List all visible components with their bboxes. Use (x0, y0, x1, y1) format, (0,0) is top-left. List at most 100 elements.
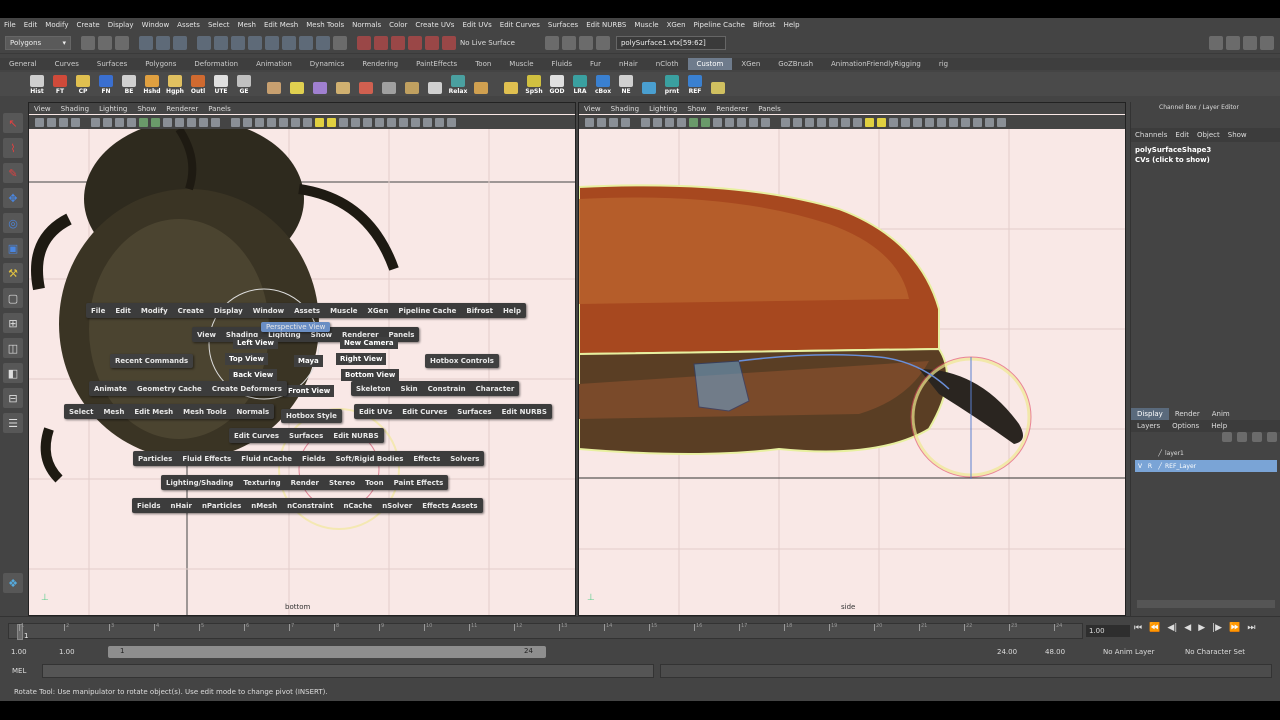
select-tool-icon[interactable]: ↖ (3, 113, 23, 133)
viewport-tool-icon[interactable] (853, 117, 862, 127)
hotbox-item-texturing[interactable]: Texturing (238, 479, 285, 487)
snap-curve-icon[interactable] (374, 35, 388, 50)
menu-pipeline-cache[interactable]: Pipeline Cache (690, 21, 749, 29)
hotbox-item-create-deformers[interactable]: Create Deformers (207, 385, 287, 393)
move-layer-down-icon[interactable] (1267, 432, 1277, 442)
hotbox-item-render[interactable]: Render (286, 479, 324, 487)
range-slider[interactable]: 1 24 (108, 646, 546, 658)
snap-plane-icon[interactable] (408, 35, 422, 50)
right-panel-menu-view[interactable]: View (579, 105, 606, 113)
viewport-tool-icon[interactable] (877, 117, 886, 127)
viewport-tool-icon[interactable] (115, 117, 124, 127)
hotbox-item-soft-rigid-bodies[interactable]: Soft/Rigid Bodies (330, 455, 408, 463)
hotbox-item-nconstraint[interactable]: nConstraint (282, 502, 338, 510)
shelf-tab-animationfriendlyrigging[interactable]: AnimationFriendlyRigging (822, 58, 930, 70)
shelf-button-prnt[interactable]: prnt (661, 73, 683, 95)
selection-field[interactable]: polySurface1.vtx[59:62] (615, 35, 726, 50)
help-menu[interactable]: Help (1205, 420, 1233, 432)
viewport-tool-icon[interactable] (423, 117, 432, 127)
single-perspective-layout-icon[interactable]: ▢ (3, 288, 23, 308)
select-handle-icon[interactable] (197, 35, 211, 50)
shelf-button-ft[interactable]: FT (49, 73, 71, 95)
select-object-icon[interactable] (156, 35, 170, 50)
shelf-tab-rig[interactable]: rig (930, 58, 957, 70)
viewport-tool-icon[interactable] (375, 117, 384, 127)
hotbox-item-fields[interactable]: Fields (132, 502, 166, 510)
channels-menu[interactable]: Channels (1131, 131, 1171, 139)
hotbox-item-solvers[interactable]: Solvers (445, 455, 484, 463)
shelf-button-hist[interactable]: Hist (26, 73, 48, 95)
viewport-tool-icon[interactable] (597, 117, 606, 127)
shelf-tab-surfaces[interactable]: Surfaces (88, 58, 136, 70)
viewport-tool-icon[interactable] (829, 117, 838, 127)
hotbox-item-nsolver[interactable]: nSolver (377, 502, 417, 510)
end-time-field[interactable]: 48.00 (1042, 646, 1068, 658)
viewport-tool-icon[interactable] (997, 117, 1006, 127)
options-menu[interactable]: Options (1166, 420, 1205, 432)
viewport-tool-icon[interactable] (817, 117, 826, 127)
shelf-tab-deformation[interactable]: Deformation (185, 58, 247, 70)
move-layer-up-icon[interactable] (1252, 432, 1262, 442)
layer-visibility-toggle[interactable]: V (1135, 463, 1145, 470)
edit-menu[interactable]: Edit (1171, 131, 1193, 139)
layer-row[interactable]: ╱ layer1 (1135, 447, 1277, 459)
viewport-tool-icon[interactable] (139, 117, 148, 127)
select-joint-icon[interactable] (214, 35, 228, 50)
hotbox-item-particles[interactable]: Particles (133, 455, 177, 463)
maya-item[interactable]: Maya (294, 355, 323, 367)
menu-edit[interactable]: Edit (20, 21, 42, 29)
menu-color[interactable]: Color (385, 21, 411, 29)
new-layer-icon[interactable] (1222, 432, 1232, 442)
channel-box-scrollbar[interactable] (1137, 600, 1275, 608)
hotbox-item-assets[interactable]: Assets (289, 307, 325, 315)
left-view-item[interactable]: Left View (233, 337, 278, 349)
shelf-button-tool-20[interactable] (500, 73, 522, 95)
viewport-tool-icon[interactable] (175, 117, 184, 127)
menu-edit-uvs[interactable]: Edit UVs (458, 21, 495, 29)
hotbox-item-muscle[interactable]: Muscle (325, 307, 362, 315)
lock-icon[interactable] (333, 35, 347, 50)
viewport-tool-icon[interactable] (737, 117, 746, 127)
viewport-tool-icon[interactable] (961, 117, 970, 127)
ipr-render-icon[interactable] (578, 35, 593, 50)
left-panel-menu-renderer[interactable]: Renderer (161, 105, 203, 113)
viewport-tool-icon[interactable] (47, 117, 56, 127)
viewport-tool-icon[interactable] (211, 117, 220, 127)
left-panel-menu-show[interactable]: Show (132, 105, 161, 113)
mel-input[interactable] (42, 664, 655, 678)
viewport-tool-icon[interactable] (793, 117, 802, 127)
viewport-tool-icon[interactable] (327, 117, 336, 127)
menu-create-uvs[interactable]: Create UVs (411, 21, 458, 29)
hotbox-style-item[interactable]: Hotbox Style (281, 409, 342, 423)
render-frame-icon[interactable] (561, 35, 576, 50)
viewport-tool-icon[interactable] (351, 117, 360, 127)
hotbox-item-edit-mesh[interactable]: Edit Mesh (129, 408, 178, 416)
new-camera-item[interactable]: New Camera (340, 337, 398, 349)
shelf-button-hgph[interactable]: Hgph (164, 73, 186, 95)
step-back-key-icon[interactable]: ⏪ (1149, 623, 1160, 633)
layer-row-selected[interactable]: V R ╱ REF_Layer (1135, 460, 1277, 472)
right-view-item[interactable]: Right View (336, 353, 387, 365)
shelf-tab-gozbrush[interactable]: GoZBrush (769, 58, 822, 70)
playback-start-field[interactable]: 1.00 (56, 646, 96, 658)
hotbox-item-window[interactable]: Window (248, 307, 289, 315)
viewport-tool-icon[interactable] (163, 117, 172, 127)
perspective-view-item[interactable]: Perspective View (261, 322, 331, 332)
hotbox-item-geometry-cache[interactable]: Geometry Cache (132, 385, 207, 393)
bottom-view-item[interactable]: Bottom View (341, 369, 400, 381)
shelf-tab-rendering[interactable]: Rendering (353, 58, 407, 70)
menu-edit-curves[interactable]: Edit Curves (496, 21, 544, 29)
viewport-tool-icon[interactable] (865, 117, 874, 127)
paint-select-icon[interactable]: ✎ (3, 163, 23, 183)
viewport-tool-icon[interactable] (653, 117, 662, 127)
go-to-end-icon[interactable]: ⏭ (1247, 623, 1255, 633)
shelf-tab-dynamics[interactable]: Dynamics (301, 58, 354, 70)
shelf-button-spsh[interactable]: SpSh (523, 73, 545, 95)
persp-outliner-layout-icon[interactable]: ◫ (3, 338, 23, 358)
viewport-tool-icon[interactable] (35, 117, 44, 127)
hotbox-item-file[interactable]: File (86, 307, 110, 315)
tab-anim[interactable]: Anim (1206, 408, 1236, 420)
viewport-tool-icon[interactable] (725, 117, 734, 127)
viewport-tool-icon[interactable] (973, 117, 982, 127)
shelf-button-fn[interactable]: FN (95, 73, 117, 95)
